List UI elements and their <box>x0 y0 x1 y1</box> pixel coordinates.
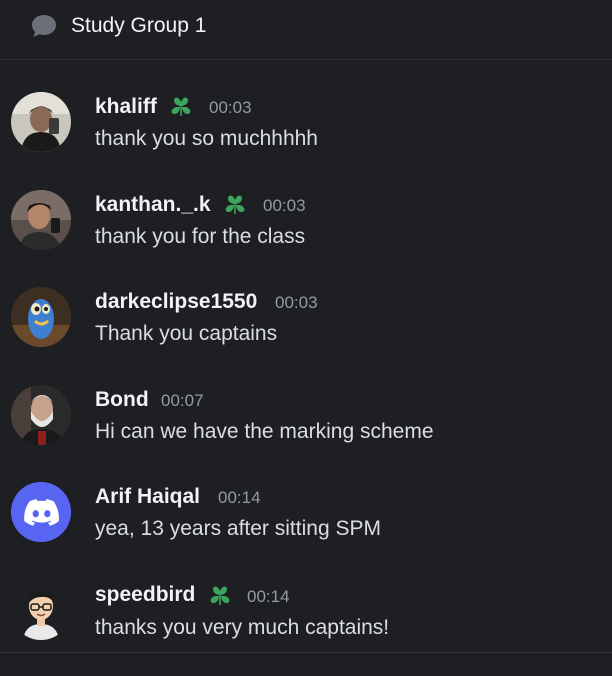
avatar[interactable] <box>11 580 71 640</box>
clover-badge-icon <box>210 586 230 605</box>
thread-bubble-icon <box>32 15 56 37</box>
thread-title: Study Group 1 <box>71 14 207 37</box>
avatar[interactable] <box>11 92 71 152</box>
thread-header: Study Group 1 <box>0 0 612 60</box>
username[interactable]: khaliff <box>95 94 157 120</box>
message-text: yea, 13 years after sitting SPM <box>95 517 381 540</box>
message-text: thank you for the class <box>95 225 306 248</box>
username[interactable]: Bond <box>95 387 149 413</box>
avatar[interactable] <box>11 482 71 542</box>
timestamp[interactable]: 00:07 <box>161 388 204 414</box>
clover-badge-icon <box>225 195 245 214</box>
timestamp[interactable]: 00:14 <box>218 485 261 511</box>
username[interactable]: Arif Haiqal <box>95 484 200 510</box>
timestamp[interactable]: 00:03 <box>263 193 306 219</box>
message-item: khaliff 00:03 thank you so muchhhhh <box>0 92 612 188</box>
username[interactable]: speedbird <box>95 582 195 608</box>
clover-badge-icon <box>171 97 191 116</box>
avatar[interactable] <box>11 190 71 250</box>
avatar[interactable] <box>11 385 71 445</box>
timestamp[interactable]: 00:14 <box>247 584 290 610</box>
message-item: Arif Haiqal 00:14 yea, 13 years after si… <box>0 482 612 578</box>
username[interactable]: darkeclipse1550 <box>95 289 257 315</box>
message-text: Thank you captains <box>95 322 278 345</box>
message-item: Bond 00:07 Hi can we have the marking sc… <box>0 385 612 481</box>
message-item: darkeclipse1550 00:03 Thank you captains <box>0 287 612 383</box>
message-list: khaliff 00:03 thank you so muchhhhh kant <box>0 60 612 659</box>
timestamp[interactable]: 00:03 <box>209 95 252 121</box>
message-text: thanks you very much captains! <box>95 616 390 639</box>
avatar[interactable] <box>11 287 71 347</box>
timestamp[interactable]: 00:03 <box>275 290 318 316</box>
message-item: kanthan._.k 00:03 thank you for the clas… <box>0 190 612 286</box>
message-item: speedbird 00:14 thanks you very much cap… <box>0 580 612 676</box>
message-text: Hi can we have the marking scheme <box>95 420 434 443</box>
username[interactable]: kanthan._.k <box>95 192 211 218</box>
message-text: thank you so muchhhhh <box>95 127 318 150</box>
